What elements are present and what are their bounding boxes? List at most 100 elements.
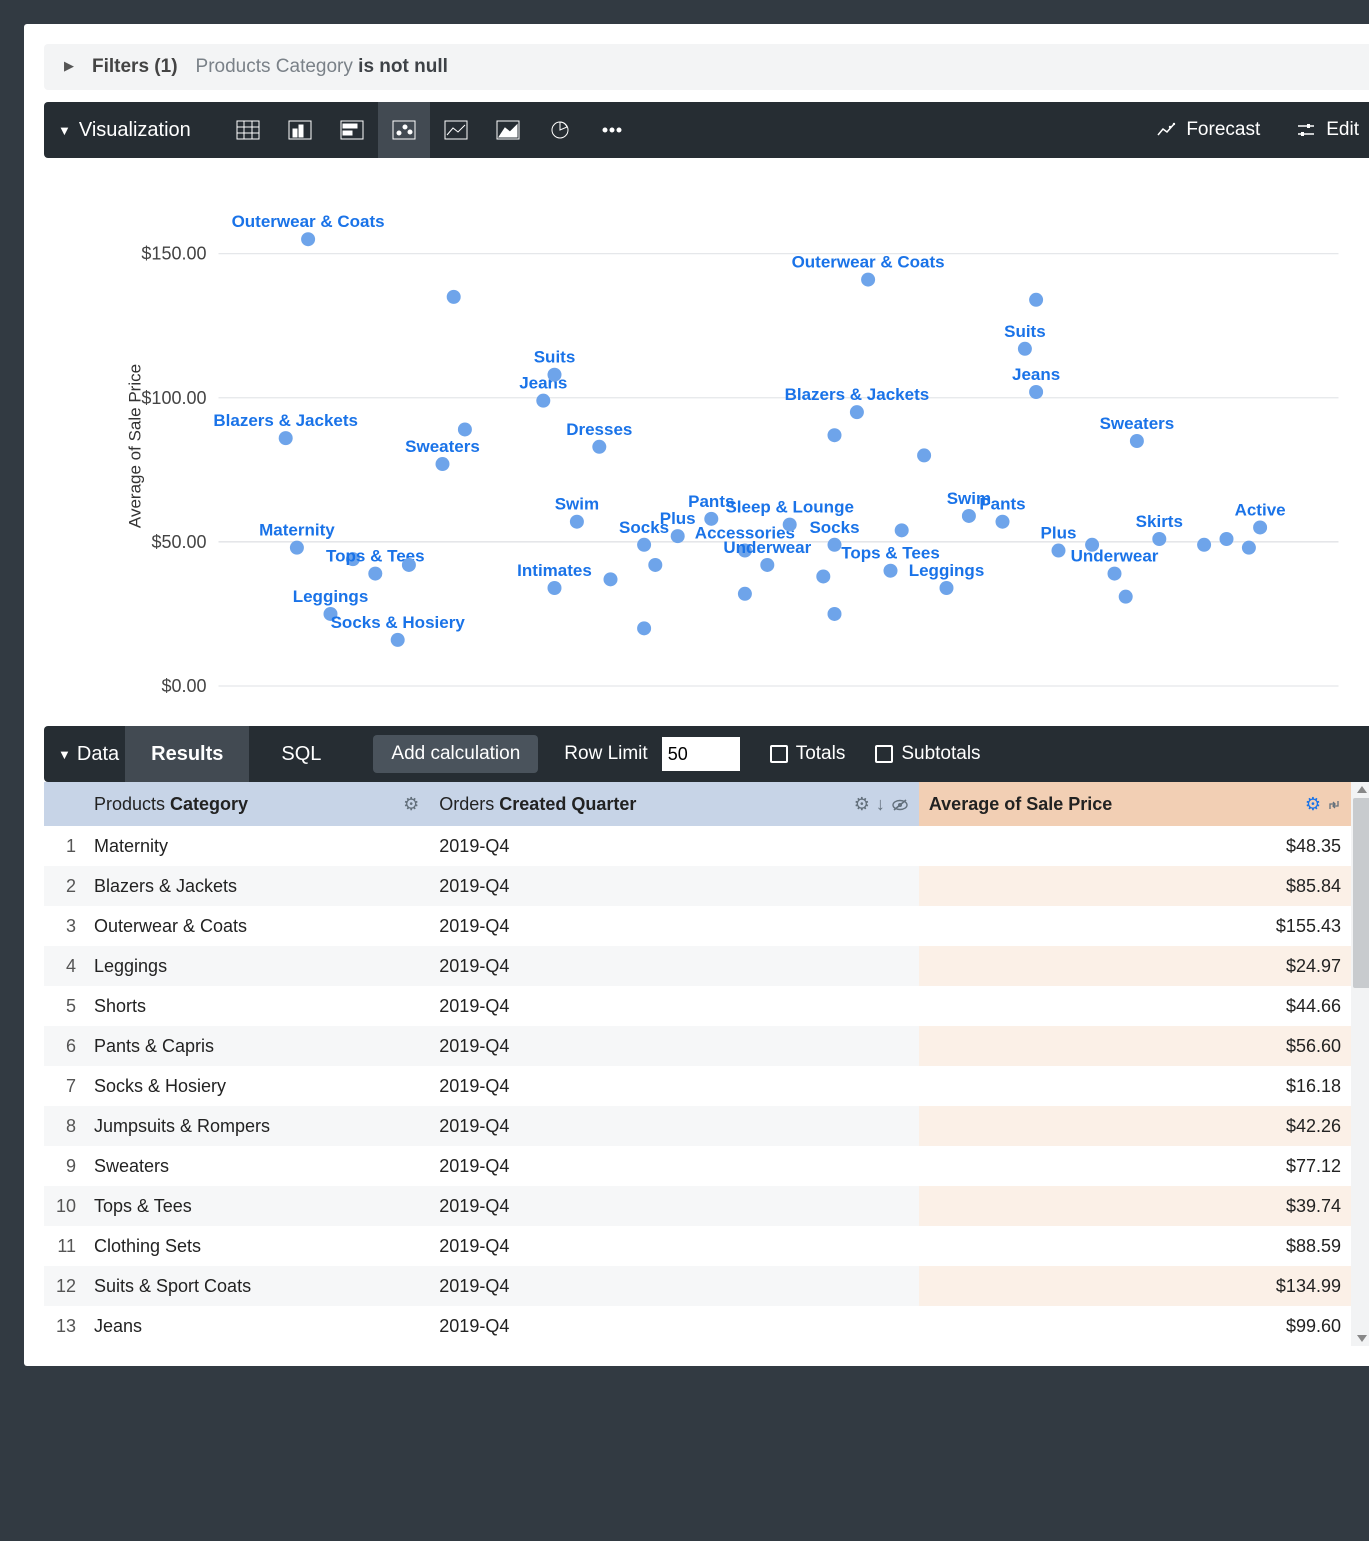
column-chart-icon[interactable] (274, 102, 326, 158)
more-chart-types-icon[interactable] (586, 102, 638, 158)
row-limit-label: Row Limit (564, 743, 647, 765)
cell-quarter: 2019-Q4 (429, 1146, 919, 1186)
edit-button[interactable]: Edit (1296, 119, 1359, 141)
sort-down-icon[interactable]: ↓ (876, 794, 885, 815)
cell-category: Suits & Sport Coats (84, 1266, 429, 1306)
cell-avg-price: $39.74 (919, 1186, 1351, 1226)
cell-quarter: 2019-Q4 (429, 906, 919, 946)
cell-avg-price: $48.35 (919, 826, 1351, 866)
row-index: 13 (44, 1306, 84, 1346)
cell-avg-price: $77.12 (919, 1146, 1351, 1186)
cell-avg-price: $44.66 (919, 986, 1351, 1026)
gear-icon[interactable]: ⚙ (854, 794, 870, 815)
table-row[interactable]: 8Jumpsuits & Rompers2019-Q4$42.26 (44, 1106, 1351, 1146)
chevron-down-icon[interactable]: ▼ (58, 123, 71, 138)
add-calculation-button[interactable]: Add calculation (373, 735, 538, 773)
table-row[interactable]: 6Pants & Capris2019-Q4$56.60 (44, 1026, 1351, 1066)
svg-text:Blazers & Jackets: Blazers & Jackets (213, 411, 358, 430)
table-row[interactable]: 5Shorts2019-Q4$44.66 (44, 986, 1351, 1026)
svg-text:Suits: Suits (1004, 322, 1046, 341)
cell-quarter: 2019-Q4 (429, 1066, 919, 1106)
cell-avg-price: $42.26 (919, 1106, 1351, 1146)
svg-text:Tops & Tees: Tops & Tees (841, 544, 940, 563)
row-limit-input[interactable] (662, 737, 740, 771)
svg-text:Leggings: Leggings (909, 561, 985, 580)
hidden-icon[interactable] (891, 794, 909, 815)
pie-chart-icon[interactable] (534, 102, 586, 158)
row-index: 8 (44, 1106, 84, 1146)
column-header-quarter[interactable]: Orders Created Quarter ↓ ⚙ (429, 782, 919, 826)
svg-text:$50.00: $50.00 (151, 532, 206, 552)
table-row[interactable]: 4Leggings2019-Q4$24.97 (44, 946, 1351, 986)
tab-results[interactable]: Results (125, 726, 249, 782)
cell-category: Socks & Hosiery (84, 1066, 429, 1106)
svg-text:Socks & Hosiery: Socks & Hosiery (331, 613, 466, 632)
svg-text:Blazers & Jackets: Blazers & Jackets (785, 385, 930, 404)
row-index: 12 (44, 1266, 84, 1306)
svg-text:$150.00: $150.00 (141, 244, 206, 264)
cell-category: Jumpsuits & Rompers (84, 1106, 429, 1146)
totals-checkbox[interactable]: Totals (770, 743, 846, 765)
row-index: 2 (44, 866, 84, 906)
svg-text:Sleep & Lounge: Sleep & Lounge (725, 498, 853, 517)
svg-text:Jeans: Jeans (1012, 365, 1060, 384)
scroll-thumb[interactable] (1353, 798, 1369, 988)
gear-icon[interactable]: ⚙ (1305, 794, 1321, 815)
results-table: Products Category ⚙ Orders Created Quart… (44, 782, 1351, 1346)
table-row[interactable]: 3Outerwear & Coats2019-Q4$155.43 (44, 906, 1351, 946)
chevron-right-icon: ▶ (64, 58, 74, 74)
vertical-scrollbar[interactable] (1351, 782, 1369, 1346)
svg-text:Dresses: Dresses (566, 420, 632, 439)
table-row[interactable]: 11Clothing Sets2019-Q4$88.59 (44, 1226, 1351, 1266)
row-index: 5 (44, 986, 84, 1026)
table-row[interactable]: 13Jeans2019-Q4$99.60 (44, 1306, 1351, 1346)
settings-sliders-icon (1296, 121, 1316, 139)
filters-summary: Products Category is not null (196, 56, 448, 78)
cell-quarter: 2019-Q4 (429, 1026, 919, 1066)
visualization-header: ▼ Visualization Forecast Edit (44, 102, 1369, 158)
svg-text:Swim: Swim (555, 495, 599, 514)
scatter-chart[interactable]: $0.00$50.00$100.00$150.00Average of Sale… (44, 166, 1369, 726)
svg-text:Maternity: Maternity (259, 521, 335, 540)
svg-text:Plus: Plus (1041, 524, 1077, 543)
tab-sql[interactable]: SQL (255, 726, 347, 782)
subtotals-checkbox[interactable]: Subtotals (875, 743, 980, 765)
table-row[interactable]: 10Tops & Tees2019-Q4$39.74 (44, 1186, 1351, 1226)
forecast-button[interactable]: Forecast (1156, 119, 1260, 141)
row-index: 11 (44, 1226, 84, 1266)
cell-category: Blazers & Jackets (84, 866, 429, 906)
cell-category: Pants & Capris (84, 1026, 429, 1066)
svg-text:Underwear: Underwear (723, 538, 811, 557)
cell-avg-price: $99.60 (919, 1306, 1351, 1346)
gear-icon[interactable]: ⚙ (403, 794, 419, 815)
cell-quarter: 2019-Q4 (429, 1306, 919, 1346)
column-header-avg-price[interactable]: Average of Sale Price ⚙ (919, 782, 1351, 826)
visualization-title: Visualization (79, 119, 191, 142)
table-row[interactable]: 1Maternity2019-Q4$48.35 (44, 826, 1351, 866)
chevron-down-icon[interactable]: ▼ (58, 747, 71, 762)
area-chart-icon[interactable] (482, 102, 534, 158)
table-row[interactable]: 12Suits & Sport Coats2019-Q4$134.99 (44, 1266, 1351, 1306)
table-row[interactable]: 9Sweaters2019-Q4$77.12 (44, 1146, 1351, 1186)
row-index: 4 (44, 946, 84, 986)
svg-text:Plus: Plus (660, 509, 696, 528)
data-header: ▼ Data Results SQL Add calculation Row L… (44, 726, 1369, 782)
pivot-icon[interactable] (1327, 794, 1341, 815)
column-header-category[interactable]: Products Category ⚙ (84, 782, 429, 826)
cell-quarter: 2019-Q4 (429, 1106, 919, 1146)
cell-avg-price: $134.99 (919, 1266, 1351, 1306)
line-chart-icon[interactable] (430, 102, 482, 158)
filters-label: Filters (1) (92, 56, 178, 78)
cell-avg-price: $85.84 (919, 866, 1351, 906)
cell-category: Outerwear & Coats (84, 906, 429, 946)
svg-text:Socks: Socks (809, 518, 859, 537)
filters-bar[interactable]: ▶ Filters (1) Products Category is not n… (44, 44, 1369, 90)
table-row[interactable]: 2Blazers & Jackets2019-Q4$85.84 (44, 866, 1351, 906)
scatter-chart-icon[interactable] (378, 102, 430, 158)
bar-chart-icon[interactable] (326, 102, 378, 158)
table-row[interactable]: 7Socks & Hosiery2019-Q4$16.18 (44, 1066, 1351, 1106)
svg-text:Intimates: Intimates (517, 561, 592, 580)
cell-category: Shorts (84, 986, 429, 1026)
table-chart-icon[interactable] (222, 102, 274, 158)
cell-category: Maternity (84, 826, 429, 866)
